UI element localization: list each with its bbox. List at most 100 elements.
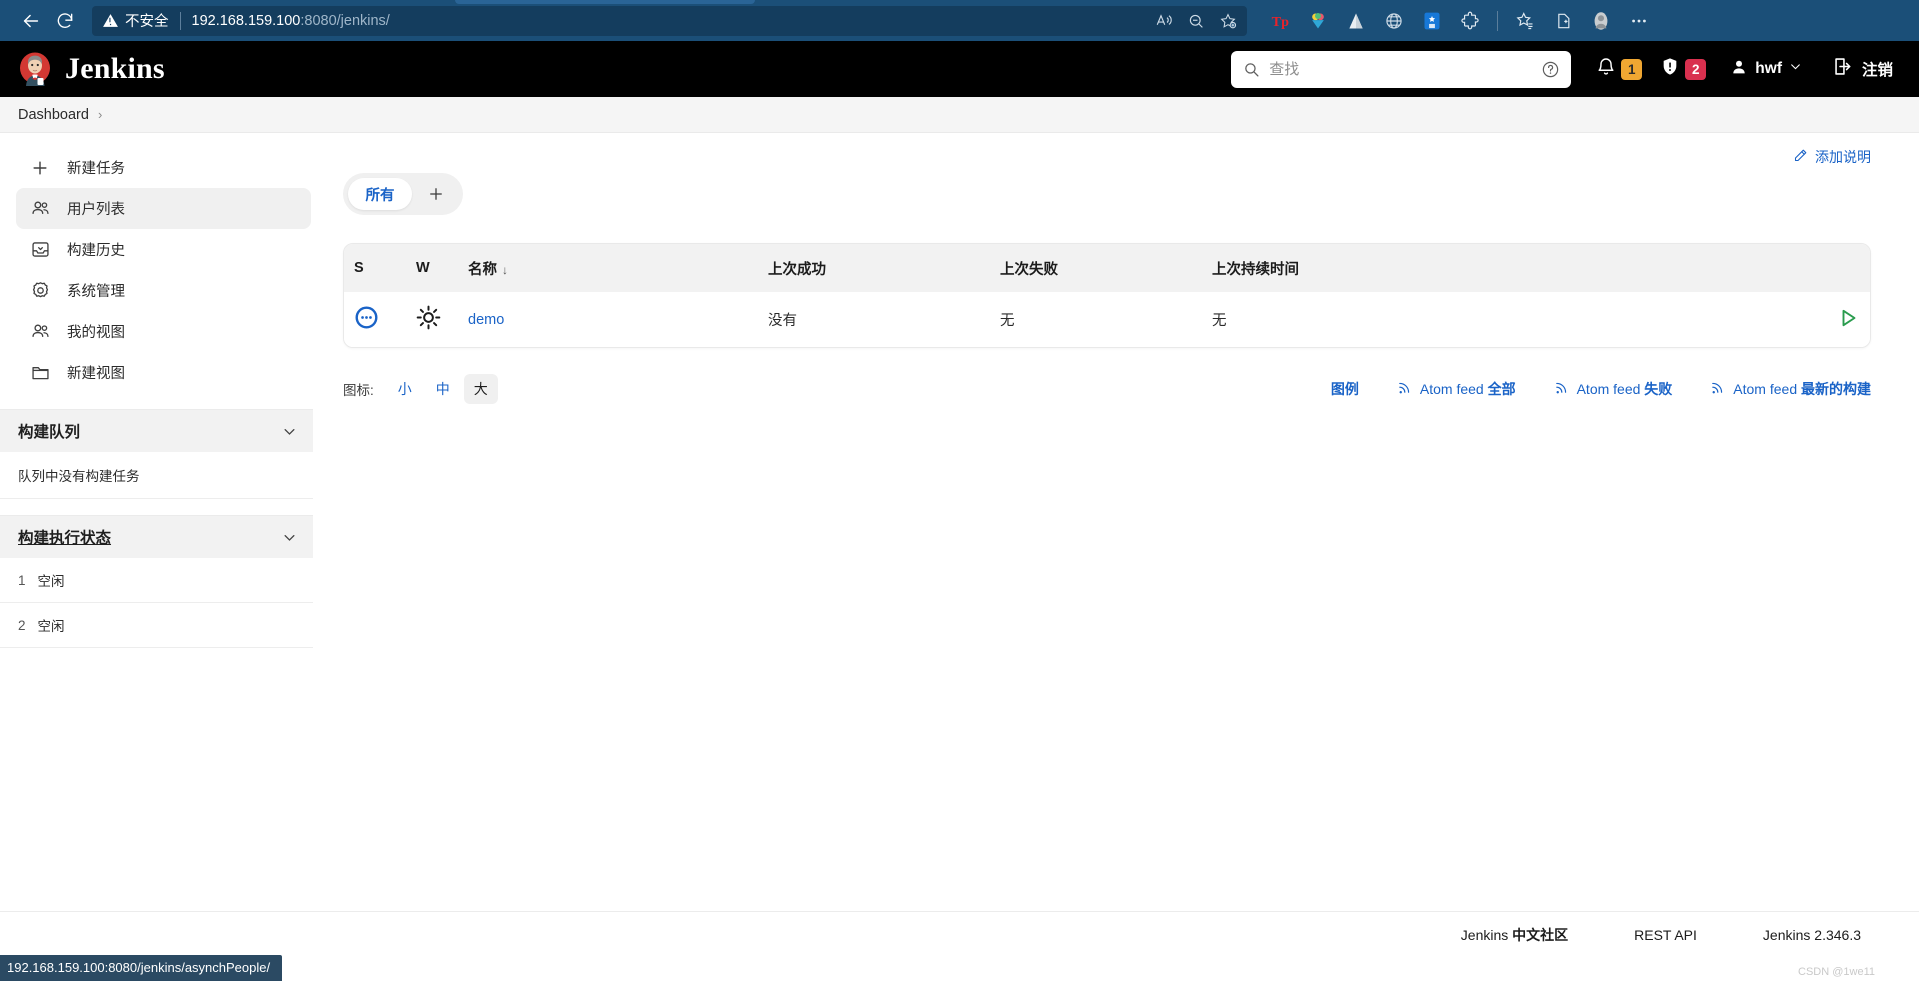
atom-feed-latest-link[interactable]: Atom feed 最新的构建 [1710,379,1871,399]
job-status-cell[interactable] [344,292,406,347]
sidebar-item-label: 用户列表 [67,202,125,218]
build-executor-section: 构建执行状态 1 空闲 2 空闲 [0,515,313,648]
job-last-failure-cell: 无 [990,292,1202,347]
build-queue-header[interactable]: 构建队列 [0,410,313,452]
sidebar-item-label: 系统管理 [67,284,125,300]
add-view-button[interactable] [414,185,458,203]
omnibox-divider [179,11,181,30]
sidebar-item-build-history[interactable]: 构建历史 [16,229,311,270]
job-weather-cell[interactable] [406,292,458,347]
triangle-icon[interactable] [1345,10,1367,32]
sidebar-item-new-view[interactable]: 新建视图 [16,352,311,393]
address-bar[interactable]: 不安全 192.168.159.100:8080/jenkins/ [92,5,1247,36]
logout-button[interactable]: 注销 [1821,49,1899,89]
job-last-success-cell: 没有 [758,292,990,347]
column-header-last-success[interactable]: 上次成功 [758,244,990,292]
pending-status-icon[interactable] [354,306,379,334]
sidebar-item-manage-jenkins[interactable]: 系统管理 [16,270,311,311]
sunny-weather-icon[interactable] [416,305,441,334]
executor-row[interactable]: 2 空闲 [0,603,313,648]
search-box[interactable] [1231,50,1572,88]
people-icon [29,321,51,343]
globe-icon[interactable] [1383,10,1405,32]
blue-app-icon[interactable] [1421,10,1443,32]
view-tabs: 所有 [343,173,463,215]
icon-size-label: 图标: [343,383,374,398]
atom-feed-latest-label: Atom feed 最新的构建 [1733,381,1871,397]
job-link-demo[interactable]: demo [468,312,504,328]
logout-label: 注销 [1861,62,1893,79]
rss-icon [1554,380,1569,398]
breadcrumb-item-dashboard[interactable]: Dashboard [18,107,89,123]
sidebar-item-people[interactable]: 用户列表 [16,188,311,229]
back-button[interactable] [14,6,48,36]
executor-number: 1 [18,572,26,588]
sidebar-item-label: 新建视图 [67,366,125,382]
read-aloud-icon[interactable] [1155,12,1173,30]
jenkins-butler-logo-icon [18,51,52,87]
add-description-button[interactable]: 添加说明 [1793,147,1871,167]
jenkins-community-link[interactable]: Jenkins 中文社区 [1461,925,1568,945]
job-name-cell: demo [458,292,758,347]
atom-feed-failures-link[interactable]: Atom feed 失败 [1554,379,1673,399]
build-executor-header[interactable]: 构建执行状态 [0,516,313,558]
rss-icon [1710,380,1725,398]
reload-button[interactable] [48,6,82,36]
jenkins-home-link[interactable]: Jenkins [18,51,165,87]
icon-size-medium-button[interactable]: 中 [426,374,460,404]
job-last-duration-cell: 无 [1202,292,1462,347]
jenkins-header: Jenkins 1 2 [0,41,1919,97]
search-input[interactable] [1269,60,1542,78]
tab-all[interactable]: 所有 [348,178,412,210]
build-executor-title[interactable]: 构建执行状态 [18,526,111,548]
user-name-label: hwf [1755,60,1782,77]
puzzle-icon[interactable] [1459,10,1481,32]
breadcrumb-separator-icon: › [97,107,103,122]
favorites-icon[interactable] [1514,10,1536,32]
column-header-last-failure[interactable]: 上次失败 [990,244,1202,292]
chevron-down-icon[interactable] [282,530,297,545]
build-queue-empty-text: 队列中没有构建任务 [0,452,313,499]
people-icon [29,198,51,220]
tab-strip-stub [455,0,755,4]
jenkins-version-label: Jenkins 2.346.3 [1762,926,1861,943]
atom-feed-failures-label: Atom feed 失败 [1576,381,1673,397]
icon-size-small-button[interactable]: 小 [388,374,422,404]
column-header-last-duration[interactable]: 上次持续时间 [1202,244,1462,292]
more-options-icon[interactable] [1628,10,1650,32]
rss-icon [1397,380,1412,398]
table-row: demo 没有 无 无 [344,292,1870,347]
search-help-icon[interactable] [1541,60,1560,79]
pencil-icon [1793,148,1808,166]
column-header-status[interactable]: S [344,244,406,292]
folder-icon [29,362,51,384]
notifications-badge: 1 [1621,58,1643,80]
url-text: 192.168.159.100:8080/jenkins/ [191,12,390,29]
collections-icon[interactable] [1552,10,1574,32]
column-header-weather[interactable]: W [406,244,458,292]
icon-size-large-button[interactable]: 大 [463,374,498,404]
icon-size-group: 图标: 小 中 大 [343,374,498,404]
list-footer: 图标: 小 中 大 图例 Atom feed 全部 Atom feed 失败 A… [343,374,1871,404]
security-warnings-button[interactable]: 2 [1651,49,1715,89]
profile-avatar[interactable] [1590,10,1612,32]
tp-extension-icon[interactable]: Tp [1269,10,1291,32]
executor-number: 2 [18,617,26,633]
chevron-down-icon[interactable] [282,424,297,439]
user-menu-button[interactable]: hwf [1721,49,1811,89]
notifications-button[interactable]: 1 [1587,49,1651,89]
column-header-name[interactable]: 名称 ↓ [458,244,758,292]
sidebar-item-my-views[interactable]: 我的视图 [16,311,311,352]
atom-feed-all-link[interactable]: Atom feed 全部 [1397,379,1516,399]
executor-row[interactable]: 1 空闲 [0,558,313,603]
build-now-icon[interactable] [1836,309,1860,334]
svg-text:Tp: Tp [1272,14,1289,30]
legend-link[interactable]: 图例 [1331,379,1359,399]
job-actions-cell [1462,292,1870,347]
shaved-ice-icon[interactable] [1307,10,1329,32]
zoom-out-icon[interactable] [1187,12,1205,30]
sidebar-item-new-job[interactable]: 新建任务 [16,147,311,188]
executor-status: 空闲 [37,619,65,634]
add-favorite-icon[interactable] [1219,12,1237,30]
rest-api-link[interactable]: REST API [1634,927,1697,943]
